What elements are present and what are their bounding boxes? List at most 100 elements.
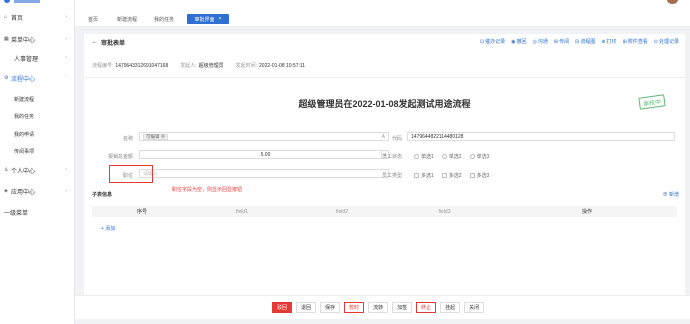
back-arrow-icon[interactable]: ← xyxy=(92,39,98,45)
column-header: field2 xyxy=(336,208,348,215)
divider xyxy=(84,77,685,78)
checkbox-option[interactable]: 多选2 xyxy=(441,172,462,179)
pause-button[interactable]: 暂时 xyxy=(344,302,365,313)
tab-new-flow[interactable]: 新建流程 xyxy=(112,14,142,24)
sidebar-subitem-circulated[interactable]: 传阅事项 xyxy=(14,146,34,156)
flow-diagram-button[interactable]: ⊟ 流程图 xyxy=(575,38,595,46)
checkbox-option[interactable]: 多选3 xyxy=(469,172,489,179)
attachments-button[interactable]: ⊞ 附件查看 xyxy=(622,38,648,46)
sidebar-item-flow-center[interactable]: ⚙ 流程中心 ˇ xyxy=(0,71,75,85)
chat-icon: ◎ xyxy=(532,38,537,45)
name-label: 名称 xyxy=(122,136,133,142)
chevron-right-icon: › xyxy=(65,14,67,20)
column-header: field3 xyxy=(438,208,451,215)
chevron-right-icon: › xyxy=(65,36,67,42)
tab-bar: 首页 新建流程 我的任务 审批界面 × xyxy=(75,9,690,27)
page-title: 审批表单 xyxy=(101,40,126,47)
reject-button[interactable]: 驳回 xyxy=(272,302,293,313)
sidebar-subitem-my-applications[interactable]: 我的申请 xyxy=(14,129,34,139)
employee-type-label: 员工类型 xyxy=(381,173,402,179)
withdraw-button[interactable]: ◉ 撤回 xyxy=(511,38,526,46)
flow-number: 流程编号: 1479643312691047168 xyxy=(92,63,169,69)
logo xyxy=(0,0,75,6)
position-input[interactable]: 请输入 xyxy=(139,169,389,178)
attach-icon: ⊞ xyxy=(622,38,627,45)
diagram-icon: ⊟ xyxy=(575,38,580,45)
urge-log-button[interactable]: ⊡ 催办记录 xyxy=(479,38,505,46)
amount-label: 报销总金额 xyxy=(107,154,133,160)
add-row-link[interactable]: + 添加 xyxy=(101,225,115,232)
employee-type-checkbox-group: 多选1 多选2 多选3 xyxy=(414,172,489,179)
annotation-note: 职位字段为空，则显示回显按钮 xyxy=(172,187,243,193)
log-icon: ⊡ xyxy=(479,38,485,45)
sidebar-item-label: 菜单中心 xyxy=(11,37,36,44)
transfer-button[interactable]: 流转 xyxy=(368,302,389,313)
add-signer-button[interactable]: 加签 xyxy=(392,302,413,313)
print-button[interactable]: ⊕ 打印 xyxy=(601,38,616,46)
tab-my-tasks[interactable]: 我的任务 xyxy=(149,14,179,24)
column-header: field1 xyxy=(236,208,248,215)
top-bar xyxy=(75,0,690,9)
circulate-icon: ⊞ xyxy=(553,38,559,45)
radio-option[interactable]: 单选1 xyxy=(414,153,434,160)
code-field[interactable]: 1479644822114480128 xyxy=(407,132,675,141)
subtable-add-button[interactable]: ⊕ 新增 xyxy=(663,191,679,198)
close-button[interactable]: 关闭 xyxy=(464,302,485,313)
suspend-button[interactable]: 挂起 xyxy=(440,302,461,313)
sidebar-item-label: 应用中心 xyxy=(11,189,36,196)
home-icon: ⌂ xyxy=(4,14,8,20)
sidebar-item-label: 个人中心 xyxy=(11,168,36,175)
flow-creator: 发起人: 超级管理员 xyxy=(180,63,224,69)
terminate-button[interactable]: 终止 xyxy=(416,302,437,313)
chevron-right-icon: › xyxy=(65,188,67,194)
sidebar-item-app-center[interactable]: ◈ 应用中心 › xyxy=(0,184,75,198)
employee-status-label: 员工状态 xyxy=(381,154,402,160)
sidebar-item-label: 人事管理 xyxy=(14,56,39,63)
approval-panel: ← 审批表单 ⊡ 催办记录 ◉ 撤回 ◎ 沟通 ⊞ 传阅 ⊟ 流程图 ⊕ 打印 ⊞ 附件查看 … xyxy=(84,34,685,299)
subtable-header: 序号 field1 field2 field3 操作 xyxy=(92,206,677,217)
document-title: 超级管理员在2022-01-08发起测试用途流程 xyxy=(298,99,471,109)
sidebar-item-personal-center[interactable]: ♙ 个人中心 › xyxy=(0,163,75,177)
sidebar-subitem-my-tasks[interactable]: 我的任务 xyxy=(14,111,34,121)
tab-approval[interactable]: 审批界面 × xyxy=(187,14,229,24)
flow-time: 发起时间: 2022-01-08 10:57:11 xyxy=(235,63,306,69)
tab-label: 审批界面 xyxy=(194,16,215,23)
flow-meta: 流程编号: 1479643312691047168 发起人: 超级管理员 发起时间:… xyxy=(92,62,305,69)
history-icon: ⊙ xyxy=(653,38,658,45)
amount-value: 5.00 xyxy=(260,151,271,158)
grid-icon: ▦ xyxy=(4,36,9,42)
radio-option[interactable]: 单选3 xyxy=(469,153,489,160)
communicate-button[interactable]: ◎ 沟通 xyxy=(532,38,548,46)
subtable-title: 子表信息 xyxy=(92,192,113,198)
sidebar-item-level1-menu[interactable]: 一级菜单 xyxy=(0,205,75,219)
chevron-down-icon: ˇ xyxy=(65,75,67,81)
sidebar-item-menu-center[interactable]: ▦ 菜单中心 › xyxy=(0,32,75,46)
close-icon[interactable]: × xyxy=(219,16,222,22)
process-history-button[interactable]: ⊙ 处理记录 xyxy=(653,38,679,46)
app-icon: ◈ xyxy=(4,188,8,194)
name-field[interactable]: 可编辑 ⊗ A xyxy=(139,132,389,141)
print-icon: ⊕ xyxy=(601,38,606,45)
employee-status-radio-group: 单选1 单选2 单选3 xyxy=(414,153,489,160)
return-button[interactable]: 退回 xyxy=(296,302,317,313)
name-tag[interactable]: 可编辑 ⊗ xyxy=(143,133,169,140)
action-toolbar: ⊡ 催办记录 ◉ 撤回 ◎ 沟通 ⊞ 传阅 ⊟ 流程图 ⊕ 打印 ⊞ 附件查看 ⊙ 处理记录 xyxy=(479,38,679,46)
checkbox-option[interactable]: 多选1 xyxy=(414,172,434,179)
sidebar-item-label: 一级菜单 xyxy=(4,210,29,217)
chevron-right-icon: › xyxy=(65,167,67,173)
sidebar-item-hr[interactable]: 人事管理 › xyxy=(0,51,75,65)
sidebar: ⌂ 首页 › ▦ 菜单中心 › 人事管理 › ⚙ 流程中心 ˇ 新建流程 我的任… xyxy=(0,0,75,324)
sidebar-item-label: 首页 xyxy=(11,15,24,22)
amount-field[interactable]: 5.00 ▲ xyxy=(139,150,389,159)
code-label: 代码 xyxy=(391,136,402,142)
column-header: 序号 xyxy=(136,209,147,215)
flow-icon: ⚙ xyxy=(4,75,9,81)
save-button[interactable]: 保存 xyxy=(320,302,341,313)
sidebar-subitem-new-flow[interactable]: 新建流程 xyxy=(14,94,34,104)
tab-home[interactable]: 首页 xyxy=(81,14,105,24)
return-icon: ◉ xyxy=(511,38,516,45)
chevron-right-icon: › xyxy=(65,55,67,61)
circulate-button[interactable]: ⊞ 传阅 xyxy=(553,38,569,46)
sidebar-item-home[interactable]: ⌂ 首页 › xyxy=(0,10,75,24)
radio-option[interactable]: 单选2 xyxy=(441,153,462,160)
